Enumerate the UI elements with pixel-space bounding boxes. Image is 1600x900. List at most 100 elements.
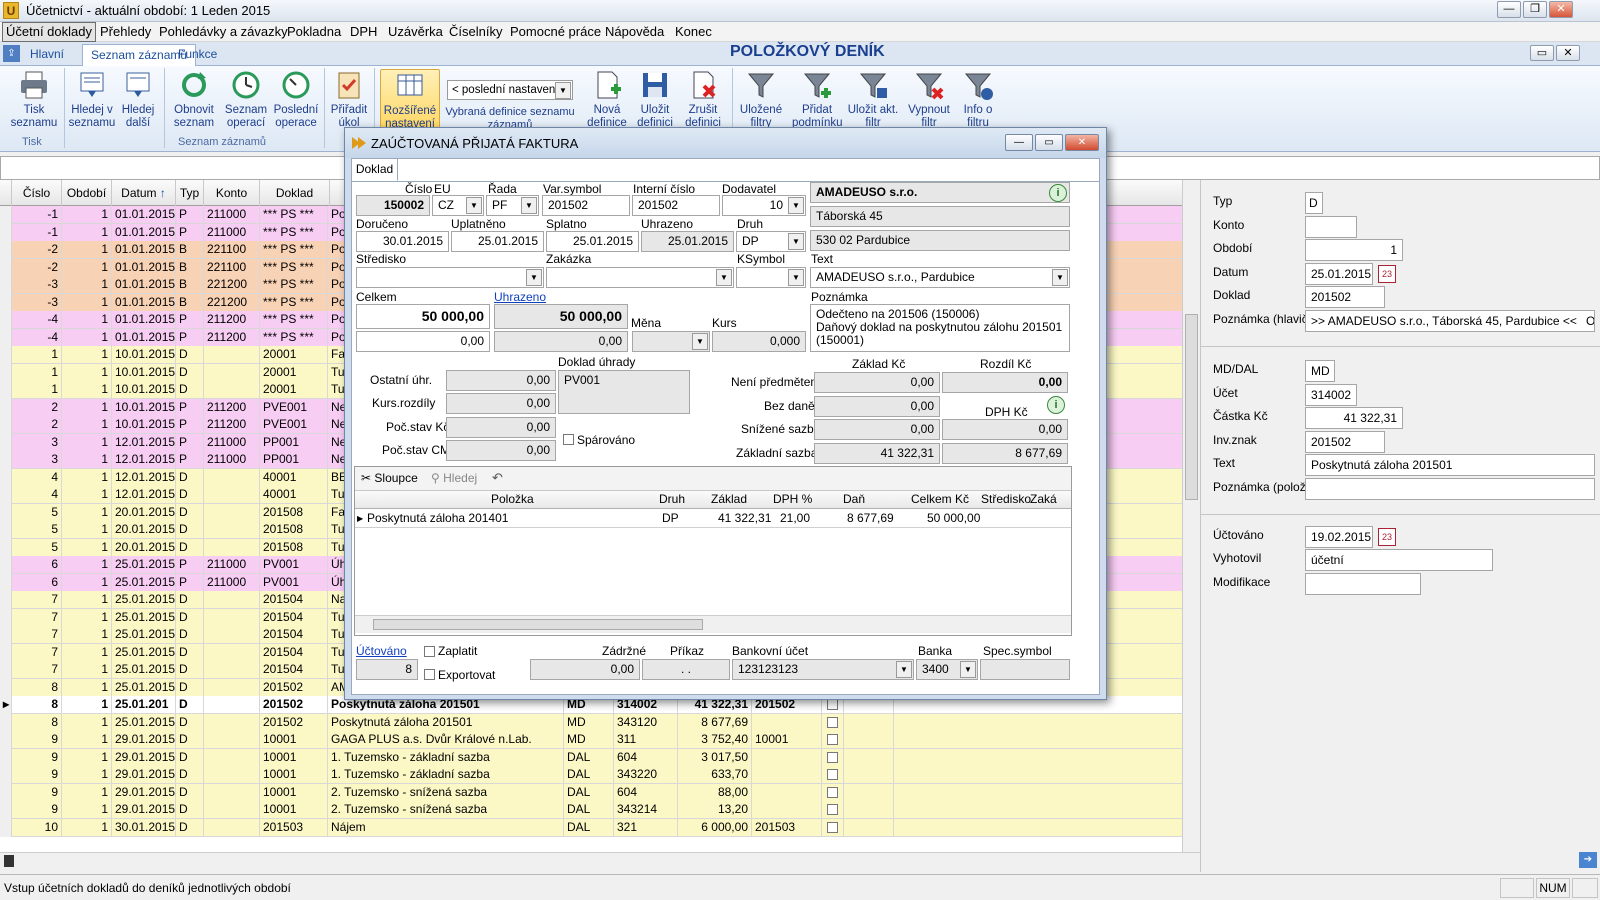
field-kurs[interactable]: 0,000 — [712, 331, 806, 352]
field-stredisko[interactable]: ▼ — [356, 267, 544, 288]
row-indicator[interactable] — [0, 311, 12, 329]
dialog-close-button[interactable]: ✕ — [1065, 134, 1099, 151]
row-indicator[interactable] — [0, 748, 12, 767]
col-header-datum[interactable]: Datum ↑ — [112, 180, 176, 206]
table-row[interactable]: 9 1 29.01.2015 D 10001 2. Tuzemsko - snížená … — [0, 783, 1182, 802]
field-datum[interactable]: 25.01.2015 — [1305, 263, 1373, 285]
field-poznamka-polozka[interactable] — [1305, 478, 1595, 500]
field-bankovni-ucet[interactable]: 123123123 ▼ — [732, 659, 914, 680]
sloupce-button[interactable]: ✂ Sloupce — [361, 471, 418, 485]
field-neni-zaklad[interactable]: 0,00 — [814, 372, 940, 393]
field-typ[interactable]: D — [1305, 192, 1323, 214]
hledej-v-seznamu-button[interactable]: Hledej v seznamu — [66, 69, 118, 130]
items-col-dph[interactable]: DPH % — [773, 491, 812, 508]
items-col-polozka[interactable]: Položka — [491, 491, 534, 508]
field-zadrzne[interactable]: 0,00 — [530, 659, 640, 680]
items-col-celkem[interactable]: Celkem Kč — [911, 491, 969, 508]
field-doklad[interactable]: 201502 — [1305, 286, 1385, 308]
field-poznamka[interactable]: Odečteno na 201506 (150006) Daňový dokla… — [810, 304, 1070, 352]
row-indicator[interactable] — [0, 783, 12, 802]
field-celkem[interactable]: 50 000,00 — [356, 304, 490, 329]
field-poc-stav-kc[interactable]: 0,00 — [446, 417, 556, 438]
field-ucet[interactable]: 314002 — [1305, 384, 1357, 406]
tab-hlavni[interactable]: Hlavní — [22, 44, 72, 66]
field-eu[interactable]: CZ ▼ — [432, 195, 484, 216]
menu-konec[interactable]: Konec — [672, 22, 715, 42]
items-col-dan[interactable]: Daň — [843, 491, 865, 508]
zaplatit-checkbox[interactable] — [424, 646, 435, 657]
row-indicator[interactable] — [0, 486, 12, 504]
field-doruceno[interactable]: 30.01.2015 — [356, 231, 449, 252]
menu-pohledavky[interactable]: Pohledávky a závazky — [156, 22, 291, 42]
row-indicator[interactable] — [0, 801, 12, 819]
sparovano-checkbox[interactable] — [563, 434, 574, 445]
scroll-thumb[interactable] — [1185, 314, 1198, 500]
row-indicator[interactable] — [0, 626, 12, 644]
row-checkbox[interactable] — [827, 769, 838, 780]
arrow-right-icon[interactable]: ➔ — [1579, 852, 1597, 868]
minimize-button[interactable]: — — [1497, 1, 1521, 18]
row-indicator[interactable] — [0, 503, 12, 522]
row-indicator[interactable] — [0, 258, 12, 277]
restore-button[interactable]: ❐ — [1523, 1, 1547, 18]
field-doklad-uhrady[interactable]: PV001 — [558, 370, 690, 414]
chevron-down-icon[interactable]: ▼ — [521, 197, 537, 214]
field-mddal[interactable]: MD — [1305, 360, 1335, 382]
field-kurs-rozdily[interactable]: 0,00 — [446, 393, 556, 414]
dialog-maximize-button[interactable]: ▭ — [1035, 134, 1063, 151]
field-bez-dane[interactable]: 0,00 — [814, 396, 940, 417]
zrusit-definici-button[interactable]: Zrušit definici — [680, 69, 726, 130]
row-indicator[interactable] — [0, 731, 12, 749]
exportovat-checkbox[interactable] — [424, 669, 435, 680]
col-header-konto[interactable]: Konto — [204, 180, 260, 206]
row-checkbox[interactable] — [827, 734, 838, 745]
obnovit-seznam-button[interactable]: Obnovit seznam — [170, 69, 218, 130]
items-col-druh[interactable]: Druh — [659, 491, 685, 508]
row-indicator[interactable] — [0, 661, 12, 679]
col-header-obdobi[interactable]: Období — [62, 180, 112, 206]
field-vyhotovil[interactable]: účetní — [1305, 549, 1493, 571]
row-indicator[interactable] — [0, 433, 12, 452]
field-modifikace[interactable] — [1305, 573, 1421, 595]
field-splatno[interactable]: 25.01.2015 — [546, 231, 639, 252]
menu-dph[interactable]: DPH — [347, 22, 380, 42]
field-ksymbol[interactable]: ▼ — [736, 267, 806, 288]
tisk-seznamu-button[interactable]: Tisk seznamu — [8, 69, 60, 130]
posledni-operace-button[interactable]: Poslední operace — [272, 69, 320, 130]
table-row[interactable]: 9 1 29.01.2015 D 10001 GAGA PLUS a.s. Dvůr Kr… — [0, 731, 1182, 749]
chevron-down-icon[interactable]: ▼ — [788, 269, 804, 286]
rozsirene-nastaveni-button[interactable]: Rozšířené nastavení — [380, 69, 440, 130]
field-zakazka[interactable]: ▼ — [546, 267, 734, 288]
menu-ciselniky[interactable]: Číselníky — [446, 22, 505, 42]
chevron-down-icon[interactable]: ▼ — [555, 82, 571, 99]
field-interni[interactable]: 201502 — [632, 195, 720, 216]
field-snizene-zaklad[interactable]: 0,00 — [814, 419, 940, 440]
ulozit-definici-button[interactable]: Uložit definici — [632, 69, 678, 130]
tab-doklad[interactable]: Doklad — [352, 159, 398, 181]
field-ostatni[interactable]: 0,00 — [446, 370, 556, 391]
chevron-down-icon[interactable]: ▼ — [788, 233, 804, 250]
quick-access-icon[interactable]: ⇪ — [3, 45, 20, 62]
field-celkem-mena[interactable]: 0,00 — [356, 331, 490, 352]
dph-info-icon[interactable]: i — [1047, 396, 1065, 414]
field-poc-stav-cm[interactable]: 0,00 — [446, 440, 556, 461]
field-text[interactable]: AMADEUSO s.r.o., Pardubice ▼ — [810, 267, 1070, 288]
row-indicator[interactable] — [0, 451, 12, 469]
row-checkbox[interactable] — [827, 716, 838, 728]
field-uplatneno[interactable]: 25.01.2015 — [451, 231, 544, 252]
table-row[interactable]: 9 1 29.01.2015 D 10001 2. Tuzemsko - snížená … — [0, 801, 1182, 819]
items-col-stredisko[interactable]: Středisko — [981, 491, 1031, 508]
items-col-zakazka[interactable]: Zaká — [1030, 491, 1057, 508]
field-dodavatel[interactable]: 10 ▼ — [722, 195, 806, 216]
row-indicator[interactable] — [0, 328, 12, 347]
row-indicator[interactable] — [0, 468, 12, 487]
row-checkbox[interactable] — [827, 821, 838, 833]
menu-ucetni-doklady[interactable]: Účetní doklady — [2, 22, 96, 42]
grid-horizontal-scrollbar[interactable] — [0, 852, 1200, 868]
row-indicator[interactable] — [0, 223, 12, 242]
field-prikaz[interactable]: . . — [642, 659, 730, 680]
row-indicator[interactable] — [0, 241, 12, 259]
field-castka[interactable]: 41 322,31 — [1305, 407, 1403, 429]
field-cislo[interactable]: 150002 — [356, 195, 430, 216]
row-indicator[interactable] — [0, 521, 12, 539]
